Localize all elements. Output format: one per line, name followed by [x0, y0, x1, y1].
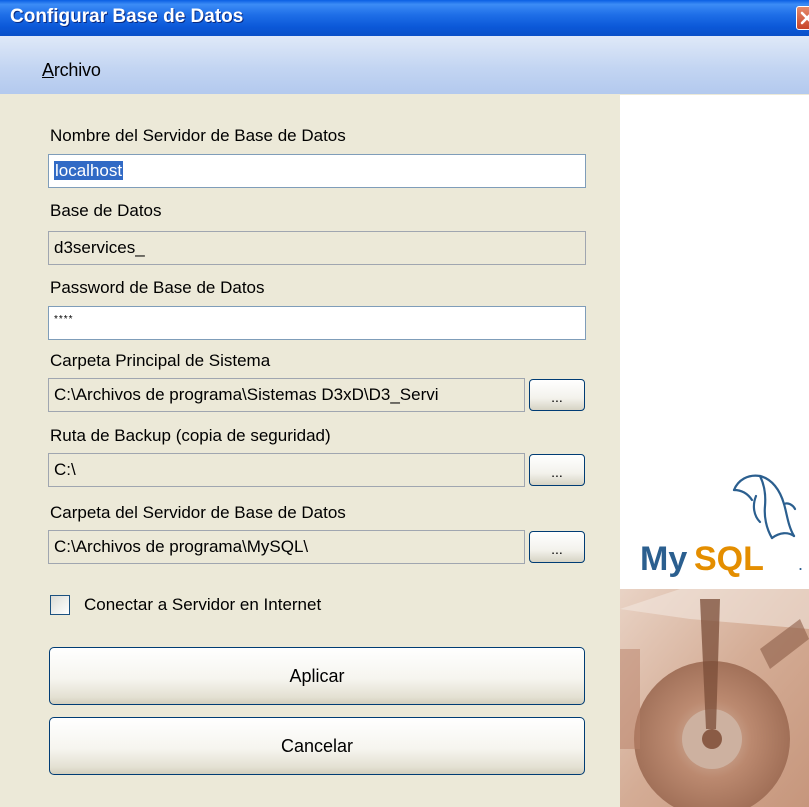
dolphin-icon — [732, 474, 797, 540]
backup-path-label: Ruta de Backup (copia de seguridad) — [50, 426, 331, 445]
backup-path-field[interactable]: C:\ — [48, 453, 525, 487]
server-folder-browse-button[interactable]: ... — [529, 531, 585, 563]
password-label: Password de Base de Datos — [50, 278, 265, 297]
close-icon — [800, 11, 809, 25]
main-folder-label: Carpeta Principal de Sistema — [50, 351, 271, 370]
menu-bar — [0, 36, 809, 94]
apply-button[interactable]: Aplicar — [49, 647, 585, 705]
server-name-value: localhost — [54, 161, 124, 180]
cancel-button[interactable]: Cancelar — [49, 717, 585, 775]
server-name-input[interactable]: localhost — [48, 154, 586, 188]
menu-archivo-label: rchivo — [53, 60, 101, 80]
mysql-logo-text-accent: SQL — [694, 540, 764, 578]
side-banner: My SQL . — [620, 95, 809, 807]
server-name-label: Nombre del Servidor de Base de Datos — [50, 126, 346, 145]
mysql-logo: My SQL . — [640, 474, 803, 578]
svg-text:.: . — [798, 554, 803, 574]
main-folder-field[interactable]: C:\Archivos de programa\Sistemas D3xD\D3… — [48, 378, 525, 412]
hard-drive-image — [620, 589, 809, 807]
main-folder-browse-button[interactable]: ... — [529, 379, 585, 411]
menu-archivo[interactable]: Archivo — [42, 60, 101, 81]
mysql-logo-text: My — [640, 540, 687, 578]
backup-path-browse-button[interactable]: ... — [529, 454, 585, 486]
password-input[interactable]: **** — [48, 306, 586, 340]
database-field[interactable]: d3services_ — [48, 231, 586, 265]
server-folder-label: Carpeta del Servidor de Base de Datos — [50, 503, 346, 522]
database-label: Base de Datos — [50, 201, 162, 220]
internet-server-checkbox[interactable] — [50, 595, 70, 615]
window-title: Configurar Base de Datos — [10, 6, 244, 27]
menu-archivo-mnemonic: A — [42, 60, 54, 80]
internet-server-checkbox-label[interactable]: Conectar a Servidor en Internet — [84, 595, 321, 615]
server-folder-field[interactable]: C:\Archivos de programa\MySQL\ — [48, 530, 525, 564]
close-button[interactable] — [796, 6, 809, 30]
title-bar: Configurar Base de Datos — [0, 0, 809, 36]
